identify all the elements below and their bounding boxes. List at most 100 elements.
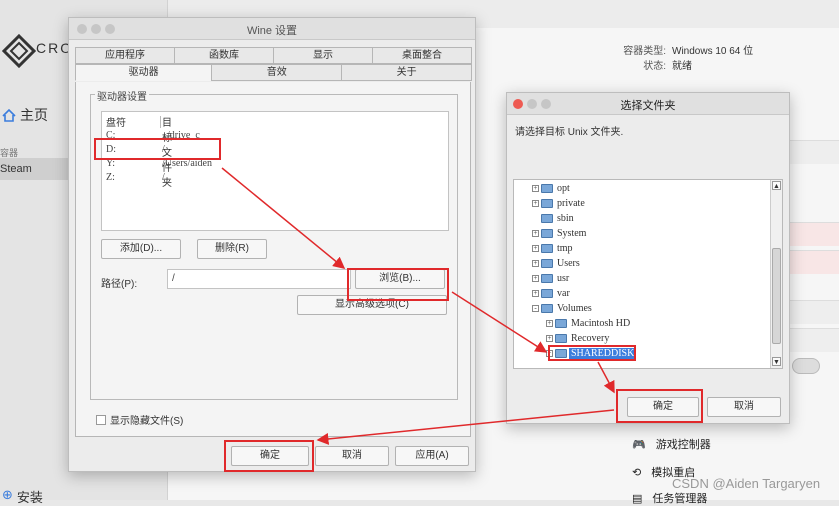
expand-icon[interactable]: + — [532, 244, 539, 252]
tree-item[interactable]: + opt — [532, 181, 572, 195]
tree-item[interactable]: + Recovery — [546, 331, 611, 345]
container-type-value: Windows 10 64 位 — [672, 46, 754, 57]
tree-item-label: Macintosh HD — [571, 317, 631, 329]
folder-icon — [555, 333, 567, 343]
settings-row[interactable] — [790, 222, 839, 246]
annotation-box-wine-ok — [224, 440, 314, 472]
column-divider — [160, 116, 161, 128]
sidebar-item-install[interactable]: ⊕ 安装 — [2, 487, 43, 506]
tab-applications[interactable]: 应用程序 — [75, 47, 175, 64]
drive-row[interactable]: Z: / — [106, 172, 165, 183]
apply-button[interactable]: 应用(A) — [395, 446, 469, 466]
settings-row[interactable] — [790, 300, 839, 324]
annotation-box-chooser-ok — [616, 389, 703, 423]
collapse-icon[interactable]: - — [532, 304, 539, 312]
drive-target: / — [162, 172, 165, 183]
show-hidden-checkbox[interactable] — [96, 414, 106, 425]
sidebar-item-home[interactable]: 主页 — [2, 105, 48, 125]
annotation-box-shareddisk — [548, 345, 636, 361]
path-label: 路径(P): — [101, 279, 138, 290]
drive-letter: Z: — [106, 172, 115, 183]
tree-item-label: Volumes — [557, 302, 592, 314]
chooser-cancel-button[interactable]: 取消 — [707, 397, 781, 417]
tab-graphics[interactable]: 显示 — [273, 47, 373, 64]
tree-item-label: private — [557, 197, 585, 209]
folder-icon — [541, 303, 553, 313]
tree-item[interactable]: + tmp — [532, 241, 575, 255]
folder-icon — [541, 243, 553, 253]
container-info: 容器类型: Windows 10 64 位 状态: 就绪 — [620, 44, 753, 74]
expand-icon[interactable]: + — [532, 289, 539, 297]
tree-item[interactable]: + Users — [532, 256, 582, 270]
settings-row[interactable] — [790, 140, 839, 164]
tree-item-label: opt — [557, 182, 570, 194]
task-manager-item[interactable]: ▤ 任务管理器 — [632, 490, 707, 506]
expand-icon[interactable]: + — [532, 199, 539, 207]
path-input[interactable]: / — [167, 269, 351, 289]
settings-panel — [790, 100, 839, 450]
show-hidden-files[interactable]: 显示隐藏文件(S) — [96, 412, 183, 427]
chooser-title: 选择文件夹 — [620, 100, 676, 112]
scroll-thumb[interactable] — [772, 248, 781, 344]
drive-list[interactable]: 盘符 目标文件夹 C: ../drive_c D: / Y: /Users/ai… — [101, 111, 449, 231]
add-drive-button[interactable]: 添加(D)... — [101, 239, 181, 259]
remove-drive-button[interactable]: 删除(R) — [197, 239, 267, 259]
expand-icon[interactable]: + — [532, 259, 539, 267]
folder-chooser-dialog: 选择文件夹 请选择目标 Unix 文件夹. + opt + private sbin… — [506, 92, 790, 424]
expand-icon[interactable]: + — [532, 229, 539, 237]
scroll-up-icon[interactable]: ▲ — [772, 181, 781, 190]
sidebar-item-home-label: 主页 — [20, 107, 48, 123]
tree-item[interactable]: + private — [532, 196, 587, 210]
tree-scrollbar[interactable]: ▲ ▼ — [770, 180, 782, 368]
wine-tabs-top: 应用程序 函数库 显示 桌面整合 — [75, 47, 472, 64]
wine-titlebar: Wine 设置 — [69, 18, 475, 40]
tree-item-label: System — [557, 227, 587, 239]
settings-row[interactable] — [790, 328, 839, 352]
folder-tree[interactable]: + opt + private sbin + System + tmp + Users +… — [513, 179, 783, 369]
tree-item[interactable]: + Macintosh HD — [546, 316, 632, 330]
container-type-label: 容器类型: — [623, 46, 666, 57]
folder-icon — [541, 228, 553, 238]
watermark: CSDN @Aiden Targaryen — [672, 476, 821, 491]
tree-item[interactable]: + System — [532, 226, 588, 240]
tree-item-label: usr — [557, 272, 570, 284]
expand-icon[interactable]: + — [546, 319, 553, 327]
expand-icon[interactable]: + — [546, 334, 553, 342]
tab-desktop-integration[interactable]: 桌面整合 — [372, 47, 472, 64]
home-icon — [2, 108, 16, 122]
expand-icon[interactable]: + — [532, 274, 539, 282]
tree-item[interactable]: + usr — [532, 271, 571, 285]
tab-about[interactable]: 关于 — [341, 64, 473, 81]
drives-panel: 驱动器设置 盘符 目标文件夹 C: ../drive_c D: / Y: /Us… — [75, 82, 471, 437]
tree-item[interactable]: sbin — [541, 211, 576, 225]
task-manager-icon: ▤ — [632, 492, 643, 505]
tree-item-label: var — [557, 287, 570, 299]
game-controllers-item[interactable]: 🎮 游戏控制器 — [632, 436, 711, 452]
show-hidden-label: 显示隐藏文件(S) — [110, 416, 184, 427]
tab-audio[interactable]: 音效 — [211, 64, 343, 81]
column-letter: 盘符 — [106, 118, 126, 129]
tab-libraries[interactable]: 函数库 — [174, 47, 274, 64]
tab-drives[interactable]: 驱动器 — [75, 64, 213, 81]
tree-item-label: Recovery — [571, 332, 610, 344]
chooser-titlebar: 选择文件夹 — [507, 93, 789, 115]
tree-item[interactable]: + var — [532, 286, 572, 300]
tree-item[interactable]: - Volumes — [532, 301, 594, 315]
folder-icon — [541, 273, 553, 283]
tree-item-label: tmp — [557, 242, 573, 254]
scroll-down-icon[interactable]: ▼ — [772, 357, 781, 366]
toggle-switch[interactable] — [792, 358, 820, 374]
annotation-box-browse — [347, 268, 449, 301]
sidebar-item-install-label: 安装 — [16, 490, 43, 505]
settings-row[interactable] — [790, 250, 839, 274]
wine-settings-window: Wine 设置 应用程序 函数库 显示 桌面整合 驱动器 音效 关于 驱动器设置… — [68, 17, 476, 472]
tree-item-label: sbin — [557, 212, 574, 224]
sidebar-item-steam[interactable]: Steam — [0, 158, 68, 180]
container-state-value: 就绪 — [672, 61, 692, 72]
chooser-prompt: 请选择目标 Unix 文件夹. — [515, 127, 624, 138]
cancel-button[interactable]: 取消 — [315, 446, 389, 466]
container-state-label: 状态: — [643, 61, 666, 72]
plus-icon: ⊕ — [2, 487, 13, 502]
folder-icon — [541, 258, 553, 268]
expand-icon[interactable]: + — [532, 184, 539, 192]
